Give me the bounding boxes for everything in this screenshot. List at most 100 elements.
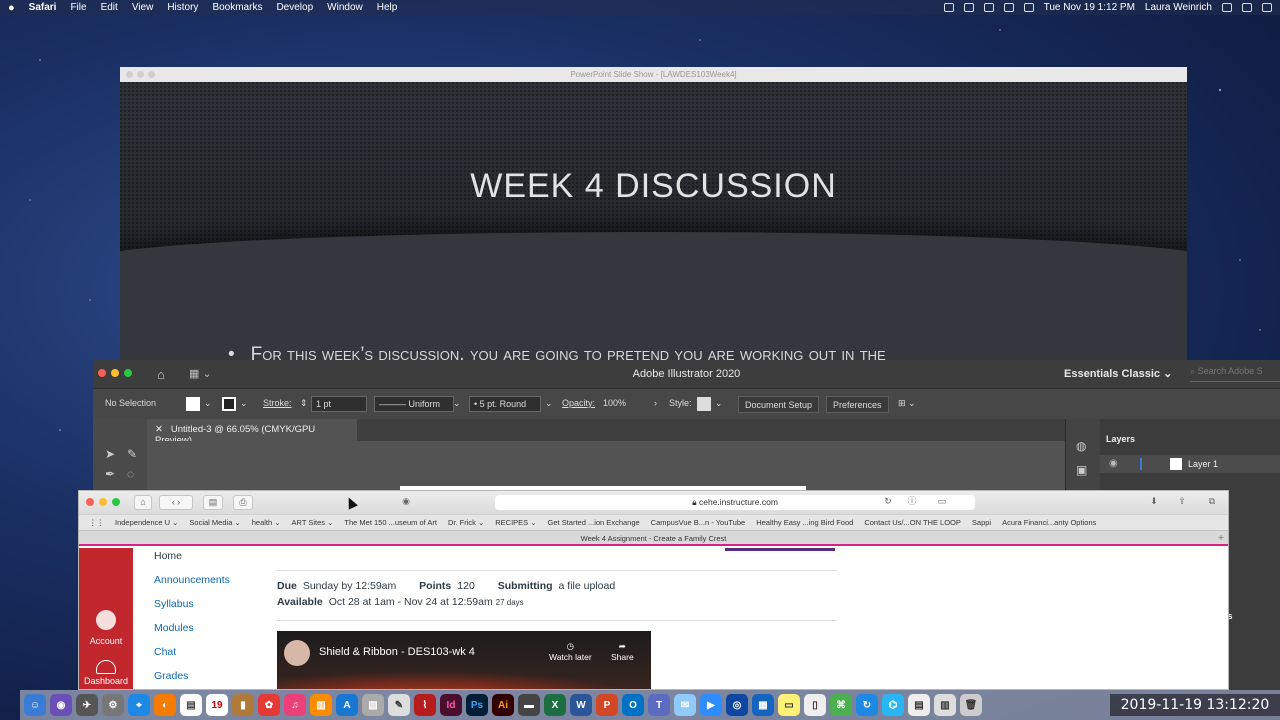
contacts-icon[interactable]: ▮ bbox=[232, 694, 254, 716]
spotlight-icon[interactable] bbox=[1222, 3, 1232, 12]
photos-icon[interactable]: ✿ bbox=[258, 694, 280, 716]
powerpoint-icon[interactable]: P bbox=[596, 694, 618, 716]
home-icon[interactable]: ⌂ bbox=[134, 495, 152, 510]
download-icon[interactable]: ⬇ bbox=[1145, 495, 1163, 510]
selection-tool-icon[interactable]: ➤ bbox=[105, 447, 115, 461]
tabs-overview-icon[interactable]: ⧉ bbox=[1203, 495, 1221, 510]
creative-cloud-icon[interactable] bbox=[943, 3, 954, 12]
launchpad-icon[interactable]: ✈ bbox=[76, 694, 98, 716]
close-tab-icon[interactable]: ✕ bbox=[155, 424, 163, 435]
slide[interactable]: WEEK 4 DISCUSSION • For this week’s discu… bbox=[120, 82, 1187, 362]
chevron-down-icon[interactable]: ⌄ bbox=[545, 398, 553, 409]
sync-icon[interactable]: ↻ bbox=[856, 694, 878, 716]
music-icon[interactable]: ♫ bbox=[284, 694, 306, 716]
layer-row[interactable]: ◉ Layer 1 bbox=[1100, 455, 1280, 473]
course-nav-grades[interactable]: Grades bbox=[154, 668, 230, 689]
downloads-stack-icon[interactable]: ▤ bbox=[908, 694, 930, 716]
favorite-item[interactable]: Social Media ⌄ bbox=[189, 518, 240, 527]
acrobat-icon[interactable]: ⌇ bbox=[414, 694, 436, 716]
share-button[interactable]: ➦ Share bbox=[611, 641, 634, 662]
word-icon[interactable]: W bbox=[570, 694, 592, 716]
align-icon[interactable]: ⊞ ⌄ bbox=[898, 398, 916, 409]
menubar-user[interactable]: Laura Weinrich bbox=[1145, 2, 1212, 13]
dashboard-label[interactable]: Dashboard bbox=[79, 676, 133, 686]
chevron-down-icon[interactable]: ⌄ bbox=[715, 398, 723, 409]
visibility-eye-icon[interactable]: ◉ bbox=[1109, 458, 1118, 469]
favorite-item[interactable]: CampusVue B...n - YouTube bbox=[651, 518, 746, 527]
info-icon[interactable]: ⓘ bbox=[903, 495, 921, 510]
favorite-item[interactable]: Sappi bbox=[972, 518, 991, 527]
active-tab-title[interactable]: Week 4 Assignment - Create a Family Cres… bbox=[581, 534, 727, 543]
opacity-field[interactable]: 100% bbox=[603, 398, 626, 408]
new-tab-icon[interactable]: + bbox=[1218, 531, 1224, 546]
outlook-icon[interactable]: O bbox=[622, 694, 644, 716]
favorite-item[interactable]: Independence U ⌄ bbox=[115, 518, 178, 527]
notification-center-icon[interactable] bbox=[1262, 3, 1272, 12]
maps-icon[interactable]: ⌘ bbox=[830, 694, 852, 716]
course-nav-modules[interactable]: Modules bbox=[154, 620, 230, 644]
stroke-stepper-icon[interactable]: ⇕ bbox=[300, 398, 308, 409]
search-adobe-stock-input[interactable]: ⌕ Search Adobe S bbox=[1190, 366, 1280, 382]
back-forward-buttons[interactable]: ‹ › bbox=[159, 495, 193, 510]
finder-icon[interactable]: ☺ bbox=[24, 694, 46, 716]
menu-develop[interactable]: Develop bbox=[276, 2, 313, 13]
window-controls[interactable] bbox=[126, 71, 155, 78]
calendar-icon[interactable]: 19 bbox=[206, 694, 228, 716]
chevron-down-icon[interactable]: ⌄ bbox=[204, 398, 212, 409]
favorite-item[interactable]: Get Started ...ion Exchange bbox=[548, 518, 640, 527]
menu-edit[interactable]: Edit bbox=[101, 2, 118, 13]
course-nav-home[interactable]: Home bbox=[154, 548, 230, 572]
lasso-tool-icon[interactable]: ◌ bbox=[127, 467, 134, 481]
preview-icon[interactable]: ▧ bbox=[362, 694, 384, 716]
chevron-right-icon[interactable]: › bbox=[654, 398, 657, 408]
chevron-down-icon[interactable]: ⌄ bbox=[453, 398, 461, 409]
layer-name[interactable]: Layer 1 bbox=[1188, 459, 1218, 469]
reload-icon[interactable]: ↻ bbox=[879, 495, 897, 510]
favorite-item[interactable]: RECIPES ⌄ bbox=[495, 518, 536, 527]
calculator-icon[interactable]: ▦ bbox=[752, 694, 774, 716]
fill-swatch[interactable] bbox=[186, 397, 200, 411]
menubar-clock[interactable]: Tue Nov 19 1:12 PM bbox=[1044, 2, 1135, 13]
safari-icon[interactable]: ⌖ bbox=[128, 694, 150, 716]
print-icon[interactable]: ⎙ bbox=[233, 495, 253, 510]
account-label[interactable]: Account bbox=[79, 636, 133, 646]
terminal-icon[interactable]: ▬ bbox=[518, 694, 540, 716]
opacity-label[interactable]: Opacity: bbox=[562, 398, 595, 408]
preferences-button[interactable]: Preferences bbox=[826, 396, 889, 413]
favorite-item[interactable]: Contact Us/...ON THE LOOP bbox=[864, 518, 961, 527]
flag-icon[interactable] bbox=[1023, 3, 1034, 12]
indesign-icon[interactable]: Id bbox=[440, 694, 462, 716]
siri-icon[interactable] bbox=[1242, 3, 1252, 12]
share-icon[interactable]: ⇪ bbox=[1173, 495, 1191, 510]
mail-icon[interactable]: ✉ bbox=[674, 694, 696, 716]
firefox-icon[interactable]: ◐ bbox=[154, 694, 176, 716]
favorite-item[interactable]: Dr. Frick ⌄ bbox=[448, 518, 484, 527]
favorite-item[interactable]: Healthy Easy ...ing Bird Food bbox=[756, 518, 853, 527]
zoom-icon[interactable]: ▶ bbox=[700, 694, 722, 716]
document-setup-button[interactable]: Document Setup bbox=[738, 396, 820, 413]
siri-dock-icon[interactable]: ◉ bbox=[50, 694, 72, 716]
document-tab[interactable]: ✕ Untitled-3 @ 66.05% (CMYK/GPU Preview) bbox=[147, 419, 357, 446]
system-preferences-icon[interactable]: ⚙ bbox=[102, 694, 124, 716]
appearance-panel-icon[interactable]: ◍ bbox=[1076, 439, 1086, 453]
trash-icon[interactable]: 🗑︎ bbox=[960, 694, 982, 716]
textedit-icon[interactable]: ✎ bbox=[388, 694, 410, 716]
folder-stack-icon[interactable]: ▥ bbox=[934, 694, 956, 716]
illustrator-icon[interactable]: Ai bbox=[492, 694, 514, 716]
teams-icon[interactable]: T bbox=[648, 694, 670, 716]
network-icon[interactable]: ⌬ bbox=[882, 694, 904, 716]
photoshop-icon[interactable]: Ps bbox=[466, 694, 488, 716]
video-title[interactable]: Shield & Ribbon - DES103-wk 4 bbox=[319, 646, 475, 658]
illustrator-titlebar[interactable]: ⌂ ▦ ⌄ Adobe Illustrator 2020 Essentials … bbox=[93, 360, 1280, 388]
stroke-weight-field[interactable]: 1 pt bbox=[311, 396, 367, 412]
vpn-icon[interactable]: ◎ bbox=[726, 694, 748, 716]
minimize-window-icon[interactable] bbox=[99, 498, 107, 506]
layers-panel-title[interactable]: Layers bbox=[1106, 434, 1135, 444]
volume-icon[interactable] bbox=[1003, 3, 1014, 12]
dashboard-icon[interactable] bbox=[96, 660, 116, 674]
apps-grid-icon[interactable]: ⋮⋮ bbox=[89, 518, 104, 527]
menubar-app-name[interactable]: Safari bbox=[29, 2, 57, 13]
stroke-swatch[interactable] bbox=[222, 397, 236, 411]
course-nav-syllabus[interactable]: Syllabus bbox=[154, 596, 230, 620]
menu-bookmarks[interactable]: Bookmarks bbox=[212, 2, 262, 13]
